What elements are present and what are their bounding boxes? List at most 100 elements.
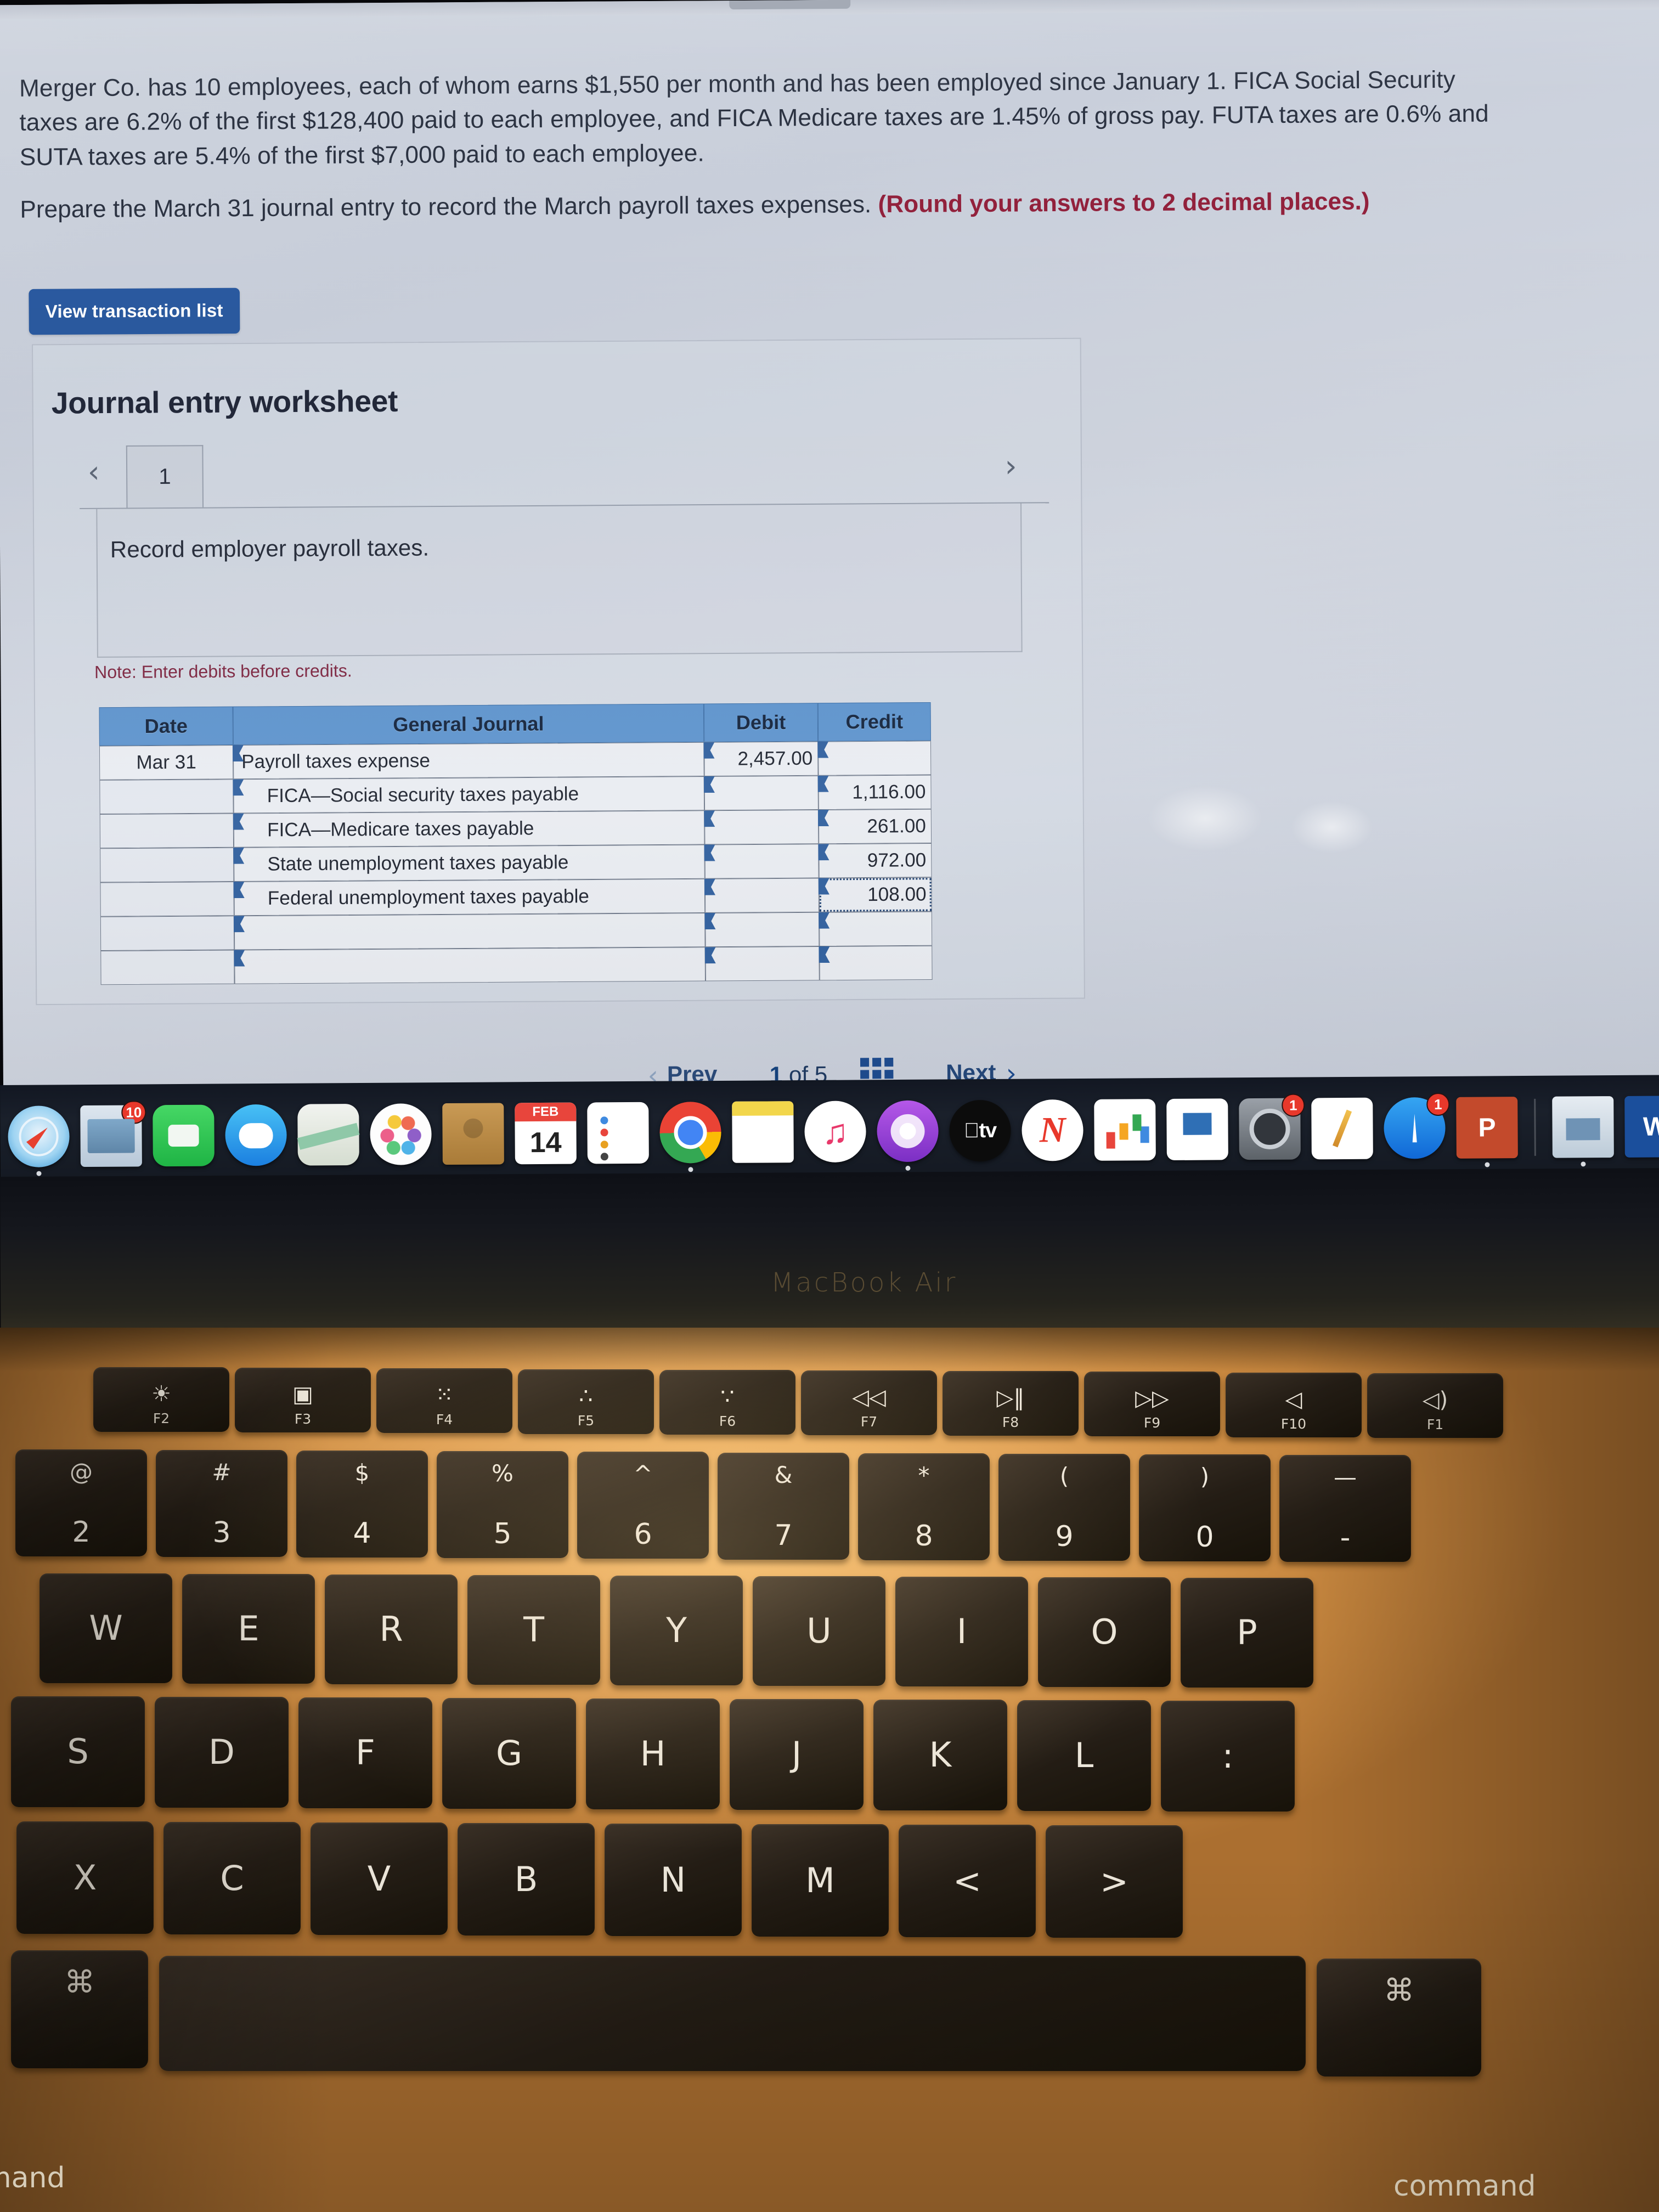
key-h[interactable]: H: [586, 1699, 720, 1809]
key-y[interactable]: Y: [610, 1576, 743, 1685]
cell-credit[interactable]: [818, 741, 932, 776]
key-u[interactable]: U: [753, 1576, 885, 1686]
cell-debit[interactable]: [704, 844, 819, 879]
dock-icon-mail[interactable]: 10: [80, 1101, 146, 1167]
key-f6[interactable]: ∵ F6: [659, 1369, 795, 1435]
key-2[interactable]: @2: [15, 1449, 147, 1556]
cell-credit[interactable]: 108.00: [819, 877, 932, 912]
cell-date[interactable]: [99, 779, 234, 815]
key-6[interactable]: ^ 6: [577, 1452, 709, 1559]
key-e[interactable]: E: [182, 1574, 315, 1684]
dock-icon-contacts[interactable]: [442, 1103, 504, 1165]
dock-icon-photos[interactable]: [370, 1103, 432, 1165]
dock-icon-textedit[interactable]: [1311, 1097, 1373, 1160]
key-t[interactable]: T: [467, 1575, 600, 1685]
dock-icon-maps[interactable]: [297, 1104, 359, 1166]
cell-account-select[interactable]: State unemployment taxes payable: [234, 844, 705, 882]
key-f9[interactable]: ▷▷ F9: [1084, 1372, 1220, 1437]
key-comma[interactable]: <: [899, 1825, 1036, 1937]
key-command-right[interactable]: ⌘: [1317, 1959, 1481, 2076]
key-3[interactable]: #3: [156, 1450, 287, 1558]
dock-icon-preview[interactable]: [1552, 1096, 1614, 1167]
cell-credit[interactable]: [819, 945, 933, 981]
cell-credit[interactable]: [819, 911, 933, 947]
key-f1[interactable]: ◁) F1: [1367, 1373, 1503, 1438]
dock-icon-powerpoint[interactable]: P: [1456, 1097, 1518, 1167]
key-i[interactable]: I: [895, 1577, 1028, 1686]
key-l[interactable]: L: [1017, 1700, 1151, 1811]
key-f8[interactable]: ▷‖ F8: [943, 1371, 1079, 1436]
dock-icon-facetime[interactable]: [153, 1104, 215, 1167]
cell-account-select[interactable]: Payroll taxes expense: [233, 742, 704, 780]
key-9[interactable]: (9: [998, 1453, 1130, 1561]
key-7[interactable]: & 7: [718, 1452, 849, 1560]
dock-icon-numbers[interactable]: [1094, 1099, 1156, 1161]
cell-debit[interactable]: [706, 946, 820, 981]
cell-date[interactable]: Mar 31: [99, 745, 234, 780]
cell-account-select[interactable]: [234, 947, 706, 984]
cell-debit[interactable]: [704, 775, 819, 811]
cell-credit[interactable]: 261.00: [819, 809, 932, 844]
key-j[interactable]: J: [730, 1699, 864, 1810]
key-semicolon[interactable]: :: [1161, 1701, 1295, 1812]
prev-entry-chevron-icon[interactable]: ‹: [88, 454, 100, 489]
key-f10[interactable]: ◁ F10: [1226, 1372, 1362, 1437]
key-m[interactable]: M: [752, 1824, 889, 1937]
key-f7[interactable]: ◁◁ F7: [801, 1370, 937, 1435]
dock-icon-keynote[interactable]: [1166, 1098, 1228, 1161]
dock-icon-podcasts[interactable]: [877, 1100, 939, 1171]
cell-debit[interactable]: [705, 912, 820, 947]
key-r[interactable]: R: [325, 1575, 458, 1684]
dock-icon-word[interactable]: W: [1624, 1096, 1659, 1158]
key-period[interactable]: >: [1046, 1825, 1183, 1938]
key-d[interactable]: D: [155, 1697, 289, 1808]
cell-date[interactable]: [100, 847, 234, 883]
key-s[interactable]: S: [11, 1696, 145, 1807]
cell-account-select[interactable]: FICA—Social security taxes payable: [233, 776, 705, 814]
next-entry-chevron-icon[interactable]: ›: [1005, 448, 1017, 483]
key--[interactable]: — -: [1279, 1454, 1411, 1562]
cell-credit[interactable]: 972.00: [819, 843, 932, 878]
dock-icon-sysprefs[interactable]: 1: [1239, 1093, 1305, 1160]
dock-icon-safari[interactable]: [8, 1105, 70, 1176]
cell-credit[interactable]: 1,116.00: [819, 775, 932, 810]
view-transaction-list-button[interactable]: View transaction list: [29, 287, 240, 335]
key-p[interactable]: P: [1181, 1578, 1313, 1688]
dock-icon-music[interactable]: [804, 1101, 866, 1163]
cell-date[interactable]: [100, 916, 235, 951]
cell-debit[interactable]: [704, 810, 819, 845]
cell-debit[interactable]: [705, 878, 820, 913]
dock-icon-reminders[interactable]: [587, 1102, 649, 1164]
dock-icon-notes[interactable]: [732, 1101, 794, 1163]
dock-icon-appstore[interactable]: 1: [1384, 1092, 1450, 1159]
dock-icon-chrome[interactable]: [659, 1101, 721, 1172]
cell-account-select[interactable]: FICA—Medicare taxes payable: [234, 810, 705, 848]
key-f[interactable]: F: [298, 1697, 432, 1808]
key-o[interactable]: O: [1038, 1577, 1171, 1687]
dock-icon-news[interactable]: N: [1022, 1099, 1084, 1161]
key-4[interactable]: $4: [296, 1451, 428, 1558]
key-command-left[interactable]: ⌘: [11, 1950, 148, 2068]
key-f3[interactable]: ▣ F3: [235, 1368, 371, 1433]
tab-entry-1[interactable]: 1: [126, 445, 204, 508]
key-0[interactable]: ) 0: [1139, 1454, 1271, 1561]
dock-icon-calendar[interactable]: FEB 14: [515, 1102, 577, 1165]
key-f2[interactable]: ☀ F2: [93, 1367, 229, 1432]
key-n[interactable]: N: [605, 1824, 742, 1936]
key-f4[interactable]: ⁙ F4: [376, 1368, 512, 1434]
key-k[interactable]: K: [873, 1700, 1007, 1810]
key-x[interactable]: X: [16, 1821, 154, 1934]
cell-date[interactable]: [100, 950, 235, 985]
key-c[interactable]: C: [163, 1822, 301, 1934]
cell-account-select[interactable]: [234, 913, 706, 950]
dock-icon-messages[interactable]: [225, 1104, 287, 1166]
key-8[interactable]: * 8: [858, 1453, 990, 1560]
key-space[interactable]: [159, 1956, 1306, 2071]
key-v[interactable]: V: [311, 1822, 448, 1935]
key-f5[interactable]: ∴ F5: [518, 1369, 654, 1434]
key-g[interactable]: G: [442, 1698, 576, 1809]
key-w[interactable]: W: [40, 1573, 172, 1683]
key-5[interactable]: % 5: [437, 1451, 568, 1559]
cell-debit[interactable]: 2,457.00: [704, 741, 819, 777]
key-b[interactable]: B: [458, 1823, 595, 1936]
